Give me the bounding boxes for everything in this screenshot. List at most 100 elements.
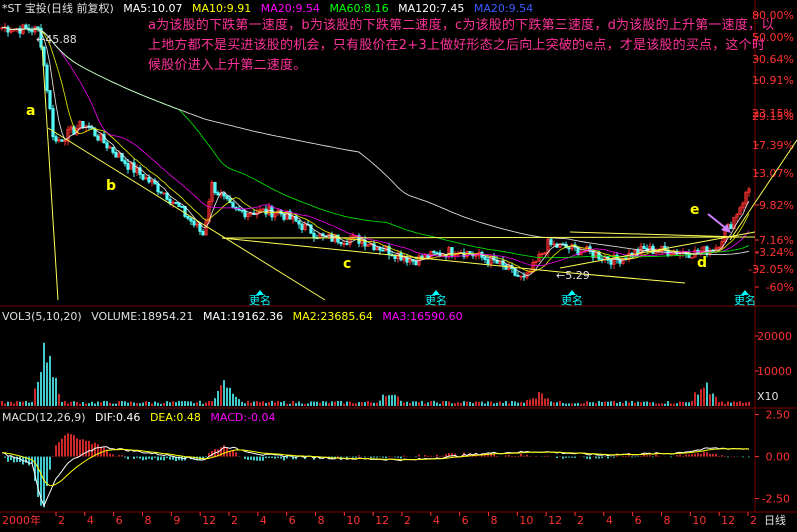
price-header: *ST 宝投(日线 前复权) MA5:10.07 MA10:9.91 MA20:…: [2, 2, 539, 15]
trend-line: [569, 231, 741, 238]
candle-body: [270, 206, 274, 218]
x-tick-label: 4: [260, 514, 267, 527]
x-tick-label: 10: [346, 514, 360, 527]
wave-label-a: a: [26, 103, 35, 119]
rename-label: 更名: [425, 293, 447, 307]
macd-tick-label: 0.00: [766, 451, 791, 464]
candle-body: [381, 249, 385, 252]
macd-tick-label: -2.50: [762, 493, 790, 506]
candle-body: [345, 242, 349, 245]
price-tick-label: 13.07%: [752, 167, 794, 180]
candle-body: [192, 220, 196, 226]
x-tick-label: 12: [375, 514, 389, 527]
x-tick-label: 2: [231, 514, 238, 527]
x-tick-label: 8: [145, 514, 152, 527]
period-label: 日线: [764, 513, 786, 527]
candle-body: [168, 198, 172, 204]
x-tick-label: 4: [606, 514, 613, 527]
x-tick-label: 10: [519, 514, 533, 527]
candle-body: [48, 90, 52, 109]
candle-body: [6, 26, 10, 33]
x-tick-label: 6: [116, 514, 123, 527]
macd-histogram: [4, 433, 750, 508]
candle-body: [123, 160, 127, 164]
wave-label-e: e: [690, 202, 700, 218]
candle-body: [24, 24, 28, 29]
candle-body: [213, 181, 217, 194]
candle-body: [45, 64, 49, 92]
candle-body: [51, 108, 55, 138]
macd-header: MACD(12,26,9) DIF:0.46 DEA:0.48 MACD:-0.…: [2, 411, 282, 424]
candle-body: [300, 223, 304, 230]
vol-ma2-value: MA2:23685.64: [292, 310, 373, 323]
candle-body: [141, 173, 145, 180]
x-tick-label: 8: [491, 514, 498, 527]
candle-body: [549, 239, 553, 245]
candle-body: [147, 177, 151, 183]
chart-canvas[interactable]: 80.00%50.00%30.64%10.91%23.15%29.15%17.3…: [0, 0, 797, 528]
price-tick-label: 17.39%: [752, 139, 794, 152]
candle-body: [393, 255, 397, 259]
candle-body: [30, 29, 34, 33]
volume-tick-label: 20000: [757, 330, 792, 343]
x-tick-label: 8: [318, 514, 325, 527]
candle-body: [216, 192, 220, 196]
candle-body: [237, 208, 241, 211]
ma60-value: MA60:8.16: [329, 2, 389, 15]
candle-body: [174, 202, 178, 204]
trend-line: [221, 237, 561, 273]
candle-body: [105, 142, 109, 149]
candle-body: [432, 250, 436, 254]
candle-body: [186, 216, 190, 219]
dif-value: DIF:0.46: [95, 411, 141, 424]
candle-body: [201, 231, 205, 236]
candle-body: [690, 256, 694, 259]
trend-line: [221, 236, 756, 239]
price-tick-label: 29.15%: [752, 110, 794, 123]
candle-body: [156, 183, 160, 193]
dif-line: [1, 446, 750, 507]
volume-header: VOL3(5,10,20) VOLUME:18954.21 MA1:19162.…: [2, 310, 469, 323]
stock-title: *ST 宝投(日线 前复权): [2, 2, 114, 15]
annotation-text: a为该股的下跌第一速度，b为该股的下跌第二速度，c为该股的下跌第三速度，d为该股…: [148, 18, 775, 73]
x-tick-label: 4: [87, 514, 94, 527]
candle-body: [504, 264, 508, 270]
trend-line: [41, 44, 59, 301]
ma20-value: MA20:9.54: [260, 2, 320, 15]
candle-body: [189, 218, 193, 222]
candle-body: [486, 259, 490, 265]
volume-unit-label: X10: [757, 390, 779, 403]
chart-window: 80.00% 50.00% 30.64% 10.91% 23.15% 29.15% 17.3…: [0, 0, 797, 528]
candle-body: [522, 275, 526, 278]
candle-body: [225, 195, 229, 199]
x-tick-label: 12: [721, 514, 735, 527]
candle-body: [516, 274, 520, 277]
wave-label-c: c: [343, 256, 351, 272]
vol-ma1-value: MA1:19162.36: [202, 310, 284, 323]
candle-body: [567, 247, 571, 250]
ma5-value: MA5:10.07: [123, 2, 183, 15]
dea-line: [1, 448, 749, 487]
candle-body: [159, 191, 163, 194]
x-tick-label: 2: [58, 514, 65, 527]
candle-body: [36, 26, 40, 29]
x-tick-label: 8: [664, 514, 671, 527]
x-tick-label: 9: [173, 514, 180, 527]
candle-body: [81, 120, 85, 128]
candle-body: [483, 256, 487, 260]
high-price-mark: ←45.88: [36, 33, 77, 46]
wave-label-b: b: [106, 178, 116, 194]
candle-body: [609, 259, 613, 265]
candle-body: [60, 139, 64, 142]
rename-label: 更名: [734, 293, 756, 307]
x-tick-label: 12: [548, 514, 562, 527]
macd-tick-label: 2.50: [766, 409, 791, 422]
ma20b-value: MA20:9.54: [473, 2, 534, 15]
x-tick-label: 12: [202, 514, 216, 527]
trend-line: [729, 139, 797, 241]
candle-body: [111, 146, 115, 153]
x-tick-label: 2: [404, 514, 411, 527]
x-tick-label: 4: [433, 514, 440, 527]
candle-body: [114, 152, 118, 158]
price-tick-label: -60%: [766, 281, 794, 294]
